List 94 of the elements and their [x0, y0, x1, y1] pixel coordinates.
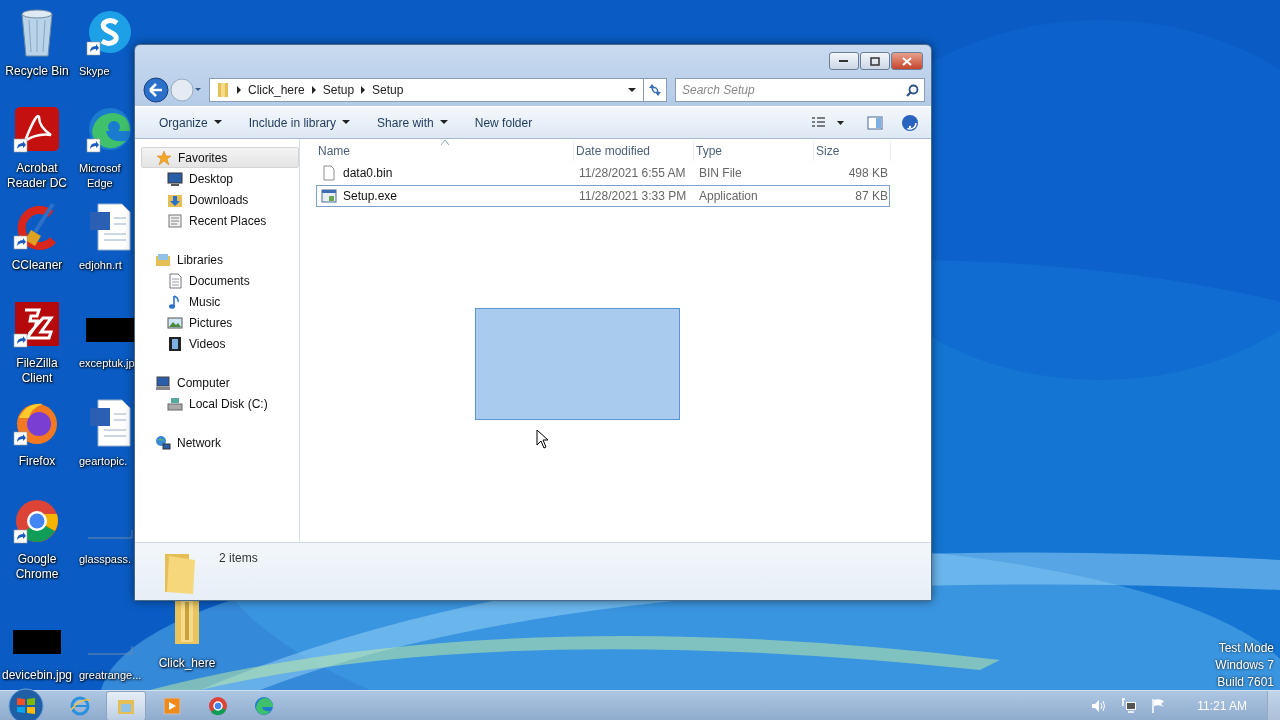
desktop-icon-label: edjohn.rt: [79, 258, 122, 273]
minimize-icon: [839, 59, 849, 63]
table-cell-text: 87 KB: [854, 188, 889, 205]
toolbar-button[interactable]: Organize: [149, 111, 233, 134]
application-icon: [321, 188, 337, 204]
file-icon: [321, 165, 337, 181]
breadcrumb[interactable]: Click_here: [248, 83, 305, 97]
refresh-icon: [647, 83, 663, 97]
table-cell-text: BIN File: [698, 165, 743, 182]
start-button[interactable]: [6, 688, 46, 720]
table-cell-text: 498 KB: [847, 165, 889, 182]
nav-item[interactable]: Libraries: [141, 249, 299, 270]
desktop-icon-label: CCleaner: [11, 258, 63, 273]
view-options-icon[interactable]: [811, 116, 845, 129]
column-header[interactable]: Size: [814, 141, 891, 161]
file-name: data0.bin: [343, 166, 393, 180]
desktop-icon-label: FileZilla Client: [16, 356, 58, 386]
nav-item[interactable]: Favorites: [141, 147, 299, 168]
close-icon: [902, 56, 912, 66]
search-icon[interactable]: [906, 84, 919, 97]
nav-item[interactable]: Documents: [141, 270, 299, 291]
document-icon: [167, 272, 183, 289]
mouse-cursor-icon: [536, 429, 550, 449]
table-cell-text: 11/28/2021 3:33 PM: [578, 188, 688, 205]
table-cell-text: Application: [698, 188, 759, 205]
folder-icon: [216, 82, 230, 98]
recent-places-icon: [167, 212, 183, 229]
chevron-icon[interactable]: [360, 86, 367, 94]
caret-icon[interactable]: [628, 87, 637, 93]
caret-icon: [439, 120, 449, 125]
toolbar-button[interactable]: New folder: [464, 111, 543, 134]
desktop-icon-label: Skype: [79, 64, 110, 79]
file-row[interactable]: data0.bin 11/28/2021 6:55 AM BIN File 498 KB: [316, 162, 890, 184]
file-row[interactable]: Setup.exe 11/28/2021 3:33 PM Application 87 KB: [316, 185, 890, 207]
nav-item[interactable]: Network: [141, 432, 299, 453]
desktop-icon-label: Google Chrome: [15, 552, 59, 582]
desktop-icon: [167, 170, 183, 187]
nav-item[interactable]: Pictures: [141, 312, 299, 333]
item-count: 2 items: [219, 551, 258, 565]
desktop-icon-label: greatrange...: [79, 668, 142, 683]
close-button[interactable]: [891, 52, 923, 70]
column-header[interactable]: Type: [694, 141, 814, 161]
search-field[interactable]: Search Setup: [675, 78, 925, 102]
network-icon[interactable]: [1121, 698, 1138, 714]
media-player-icon: [161, 696, 183, 716]
desktop-icon-label: exceptuk.jp: [79, 356, 135, 371]
desktop-icon-label: Recycle Bin: [5, 64, 69, 79]
pdf-app-icon[interactable]: [13, 105, 61, 155]
desktop-icon-label: Microsof Edge: [79, 161, 121, 191]
disk-drive-icon: [167, 395, 183, 412]
system-notice: Test Mode Windows 7 Build 7601: [1215, 640, 1274, 691]
toolbar-button[interactable]: Share with: [367, 111, 459, 134]
ie-browser-icon: [69, 696, 91, 716]
nav-item[interactable]: Recent Places: [141, 210, 299, 231]
nav-item[interactable]: Downloads: [141, 189, 299, 210]
breadcrumb[interactable]: Setup: [372, 83, 404, 97]
column-header[interactable]: Date modified: [574, 141, 694, 161]
network-icon: [155, 434, 171, 451]
chrome-browser-icon: [207, 696, 229, 716]
nav-item[interactable]: Local Disk (C:): [141, 393, 299, 414]
picture-icon: [167, 314, 183, 331]
nav-item[interactable]: Videos: [141, 333, 299, 354]
minimize-button[interactable]: [829, 52, 859, 70]
browser-swirl-icon[interactable]: [86, 105, 134, 155]
help-icon[interactable]: [901, 113, 919, 132]
desktop-icon-label: Acrobat Reader DC: [7, 161, 67, 191]
toolbar-button[interactable]: Include in library: [238, 111, 362, 134]
address-bar[interactable]: Click_here Setup Setup: [209, 78, 644, 102]
file-name: Setup.exe: [343, 189, 398, 203]
nav-item[interactable]: Music: [141, 291, 299, 312]
desktop-icon-label: geartopic.: [79, 454, 128, 469]
browser-swirl-icon: [253, 696, 275, 716]
breadcrumb[interactable]: Setup: [322, 83, 355, 97]
chevron-icon[interactable]: [236, 86, 242, 94]
desktop-icon-label: glasspass.: [79, 552, 131, 567]
refresh-button[interactable]: [643, 78, 667, 102]
maximize-button[interactable]: [860, 52, 890, 70]
caret-icon: [213, 120, 223, 125]
nav-item[interactable]: Computer: [141, 372, 299, 393]
cloud-app-icon[interactable]: [86, 8, 134, 58]
desktop-icon-label: Click_here: [158, 656, 216, 671]
computer-icon: [155, 374, 171, 391]
nav-item[interactable]: Desktop: [141, 168, 299, 189]
star-icon: [156, 149, 172, 166]
caret-icon: [342, 120, 352, 125]
film-icon: [167, 335, 183, 352]
table-cell-text: 11/28/2021 6:55 AM: [578, 165, 687, 182]
desktop-icon-label: devicebin.jpg: [1, 668, 73, 683]
chevron-icon[interactable]: [310, 86, 317, 94]
column-header[interactable]: Name: [316, 141, 574, 161]
library-icon: [155, 251, 171, 268]
ftp-app-icon[interactable]: [13, 300, 61, 350]
desktop-icon-label: Firefox: [18, 454, 56, 469]
maximize-icon: [870, 56, 880, 66]
